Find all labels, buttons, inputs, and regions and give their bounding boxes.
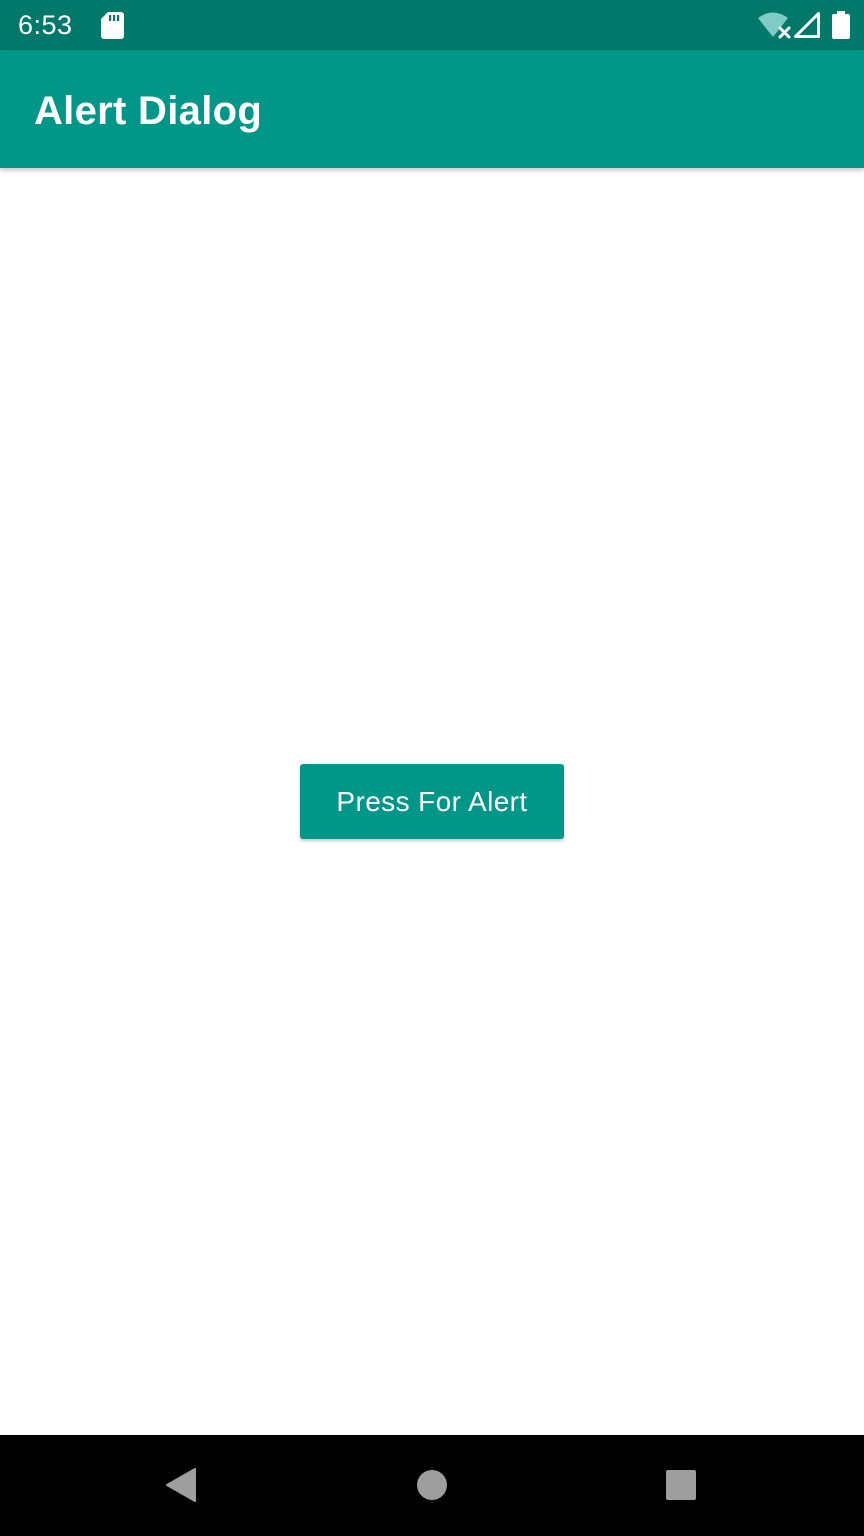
wifi-off-icon — [758, 12, 791, 39]
status-bar: 6:53 — [0, 0, 864, 50]
home-button[interactable] — [407, 1463, 457, 1507]
status-time: 6:53 — [18, 10, 73, 40]
home-icon — [417, 1470, 447, 1500]
page-title: Alert Dialog — [34, 89, 263, 133]
back-button[interactable] — [156, 1463, 206, 1507]
sd-card-icon — [101, 12, 124, 39]
press-for-alert-button[interactable]: Press For Alert — [300, 764, 564, 839]
battery-icon — [832, 11, 850, 39]
main-content: Press For Alert — [0, 168, 864, 1435]
recents-icon — [666, 1470, 696, 1500]
status-icons — [758, 11, 850, 39]
recents-button[interactable] — [656, 1463, 706, 1507]
signal-icon — [794, 12, 820, 38]
back-icon — [166, 1468, 196, 1502]
screen: 6:53 Alert Dialog Press For Alert — [0, 0, 864, 1536]
navigation-bar — [0, 1435, 864, 1536]
app-bar: Alert Dialog — [0, 50, 864, 168]
